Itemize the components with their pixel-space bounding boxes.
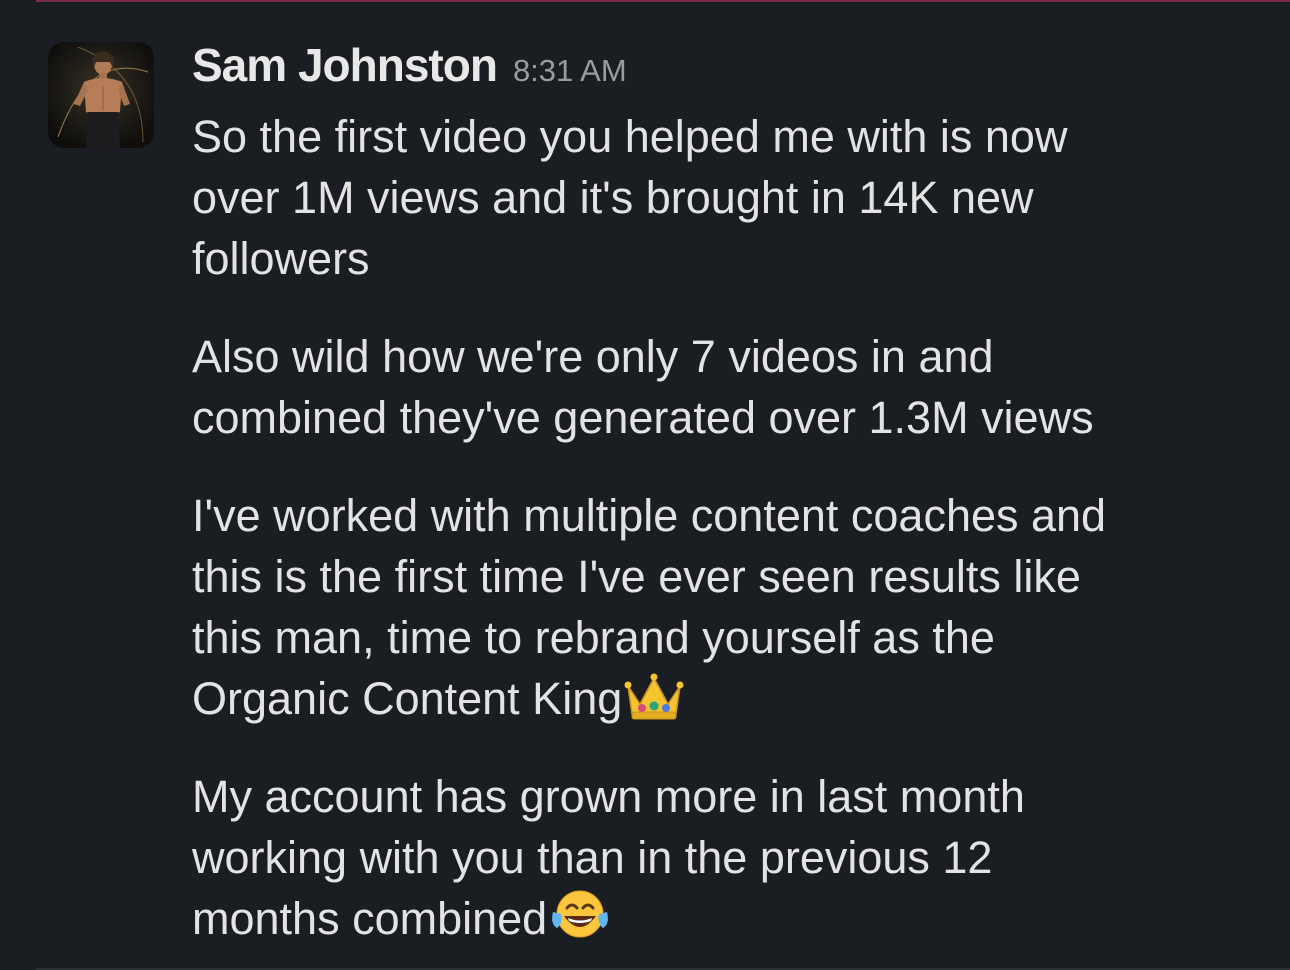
message-line: My account has grown more in last month [192,771,1025,822]
message-paragraph: So the first video you helped me with is… [192,106,1252,289]
message-pane: Sam Johnston 8:31 AM So the first video … [0,0,1290,970]
message-line: Also wild how we're only 7 videos in and [192,331,994,382]
message-line-text: months combined [192,893,548,944]
message-line: combined they've generated over 1.3M vie… [192,392,1094,443]
message-paragraph: My account has grown more in last month … [192,766,1252,949]
message-paragraph: I've worked with multiple content coache… [192,485,1252,729]
message-line: this is the first time I've ever seen re… [192,551,1081,602]
crown-emoji [624,672,684,722]
message-line: months combined [192,888,1252,949]
avatar[interactable] [48,42,154,148]
tears-of-joy-emoji [549,888,611,942]
message: Sam Johnston 8:31 AM So the first video … [192,38,1252,970]
message-line: Organic Content King [192,668,1252,729]
message-line: this man, time to rebrand yourself as th… [192,612,995,663]
avatar-photo [48,42,154,148]
message-line: over 1M views and it's brought in 14K ne… [192,172,1034,223]
message-line: So the first video you helped me with is… [192,111,1068,162]
top-divider [36,0,1290,2]
message-line: working with you than in the previous 12 [192,832,993,883]
timestamp[interactable]: 8:31 AM [513,53,627,89]
sender-name[interactable]: Sam Johnston [192,38,498,92]
message-line: I've worked with multiple content coache… [192,490,1107,541]
message-paragraph: Also wild how we're only 7 videos in and… [192,326,1252,448]
message-line-text: Organic Content King [192,673,623,724]
message-body: So the first video you helped me with is… [192,106,1252,949]
message-line: followers [192,233,370,284]
message-header: Sam Johnston 8:31 AM [192,38,1252,106]
